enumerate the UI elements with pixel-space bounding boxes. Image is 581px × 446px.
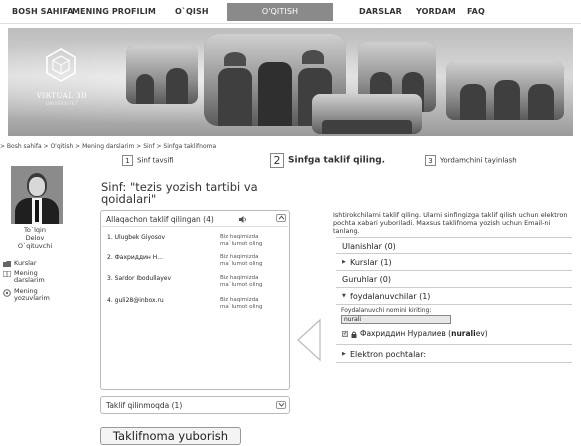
chevron-up-icon [278, 215, 284, 220]
accordion-courses[interactable]: ▶ Kurslar (1) [336, 254, 572, 271]
invitee-status-link[interactable]: Biz haqimizda ma`lumot oling [220, 234, 280, 247]
book-icon [3, 271, 11, 277]
accordion-label: Guruhlar (0) [342, 275, 391, 284]
accordion-emails[interactable]: ▶ Elektron pochtalar: [336, 346, 572, 363]
invited-row: 4. guli28@inbox.ru Biz haqimizda ma`lumo… [107, 297, 287, 321]
invitee-name: 3. Sardor Ibodullayev [107, 275, 171, 282]
accordion-groups[interactable]: Guruhlar (0) [336, 271, 572, 288]
accordion-label: Elektron pochtalar: [350, 350, 427, 359]
sidebar-item-label: Kurslar [14, 259, 37, 267]
chevron-down-icon [278, 402, 284, 407]
breadcrumb[interactable]: > Bosh sahifa > O'qitish > Mening darsla… [0, 143, 216, 150]
invited-row: 3. Sardor Ibodullayev Biz haqimizda ma`l… [107, 275, 287, 299]
sidebar-item-label: Mening darslarim [14, 269, 45, 284]
logo-subtitle: UNIVERSITET [46, 101, 78, 106]
nav-item-profile[interactable]: MENING PROFILIM [72, 7, 156, 16]
accordion-label: Ulanishlar (0) [342, 242, 396, 251]
target-icon [3, 289, 11, 297]
invited-panel: Allaqachon taklif qilingan (4) 1. Ulugbe… [100, 210, 290, 390]
users-panel: Foydalanuvchi nomini kiriting: nurali ✓ … [336, 305, 572, 345]
triangle-right-icon: ▶ [342, 351, 346, 357]
class-title: Sinf: "tezis yozish tartibi va qoidalari… [101, 180, 258, 206]
step-invite[interactable]: 2 Sinfga taklif qiling. [270, 153, 385, 168]
left-arrow-icon[interactable] [294, 318, 324, 362]
triangle-down-icon: ▼ [342, 293, 346, 299]
nav-item-faq[interactable]: FAQ [467, 7, 485, 16]
invitee-name: 2. Фахриддин Н... [107, 254, 163, 261]
folder-icon [3, 261, 11, 267]
top-navigation: BOSH SAHIFA MENING PROFILIM O`QISH O'QIT… [0, 0, 581, 24]
banner-scene-left [126, 46, 198, 104]
step-label: Yordamchini tayinlash [440, 156, 517, 165]
invited-panel-header: Allaqachon taklif qilingan (4) [106, 215, 214, 224]
sidebar-item-my-notes[interactable]: Mening yozuvlarim [3, 288, 63, 302]
profile-first-name[interactable]: To`lqin [0, 226, 70, 234]
pending-panel: Taklif qilinmoqda (1) [100, 396, 290, 414]
user-select-checkbox[interactable]: ✓ [342, 331, 348, 337]
university-logo: VIRTUAL 3D UNIVERSITET [26, 42, 98, 126]
nav-item-home[interactable]: BOSH SAHIFA [12, 7, 74, 16]
collapse-invited-button[interactable] [276, 214, 286, 222]
panel-divider [102, 226, 288, 227]
user-result-prefix: Фахриддин Нуралиев ( [360, 329, 452, 338]
invitee-status-link[interactable]: Biz haqimizda ma`lumot oling [220, 254, 280, 267]
profile-role: O`qituvchi [17, 242, 53, 250]
step-label: Sinfga taklif qiling. [288, 155, 386, 166]
speaker-icon[interactable] [239, 216, 247, 223]
step-number: 1 [122, 155, 133, 166]
send-invitation-button[interactable]: Taklifnoma yuborish [100, 427, 241, 445]
user-search-input[interactable]: nurali [341, 315, 451, 324]
avatar [11, 166, 63, 224]
triangle-right-icon: ▶ [342, 259, 346, 265]
nav-item-help[interactable]: YORDAM [416, 7, 456, 16]
nav-item-teaching[interactable]: O'QITISH [227, 3, 333, 21]
sidebar-item-label: Mening yozuvlarim [14, 287, 50, 302]
accordion-label: foydalanuvchilar (1) [350, 292, 431, 301]
invitee-status-link[interactable]: Biz haqimizda ma`lumot oling [220, 275, 280, 288]
nav-item-study[interactable]: O`QISH [175, 7, 209, 16]
user-result-match: nurali [451, 329, 476, 338]
accordion-connections[interactable]: Ulanishlar (0) [336, 237, 572, 254]
lock-icon [351, 331, 357, 338]
banner-scene-far-right [446, 62, 564, 120]
user-result-suffix: ev) [475, 329, 488, 338]
invitee-name: 4. guli28@inbox.ru [107, 297, 164, 304]
accordion-users[interactable]: ▼ foydalanuvchilar (1) [336, 288, 572, 305]
step-number: 2 [270, 153, 284, 168]
step-assign-assistant[interactable]: 3 Yordamchini tayinlash [425, 155, 517, 166]
step-label: Sinf tavsifi [137, 156, 174, 165]
sidebar-item-courses[interactable]: Kurslar [3, 260, 37, 267]
cube-logo-icon [46, 48, 76, 82]
banner-scene-bottom [312, 94, 422, 134]
pending-panel-header: Taklif qilinmoqda (1) [106, 401, 183, 410]
accordion-label: Kurslar (1) [350, 258, 392, 267]
step-number: 3 [425, 155, 436, 166]
invitee-status-link[interactable]: Biz haqimizda ma`lumot oling [220, 297, 280, 310]
profile-last-name[interactable]: Delov [0, 234, 70, 242]
expand-pending-button[interactable] [276, 401, 286, 409]
invitee-name: 1. Ulugbek Giyosov [107, 234, 166, 241]
step-class-description[interactable]: 1 Sinf tavsifi [122, 155, 174, 166]
profile-info: To`lqin Delov O`qituvchi [0, 226, 70, 250]
logo-title: VIRTUAL 3D [36, 92, 88, 100]
invited-header-label: Allaqachon taklif qilingan (4) [106, 215, 214, 224]
sidebar-item-my-lessons[interactable]: Mening darslarim [3, 270, 63, 284]
invite-instructions: Ishtirokchilarni taklif qiling. Ularni s… [333, 211, 568, 235]
nav-item-lessons[interactable]: DARSLAR [359, 7, 402, 16]
user-result-item[interactable]: ✓ Фахриддин Нуралиев (nuraliev) [342, 329, 488, 338]
user-search-label: Foydalanuvchi nomini kiriting: [341, 307, 432, 314]
header-banner: VIRTUAL 3D UNIVERSITET [8, 28, 573, 136]
